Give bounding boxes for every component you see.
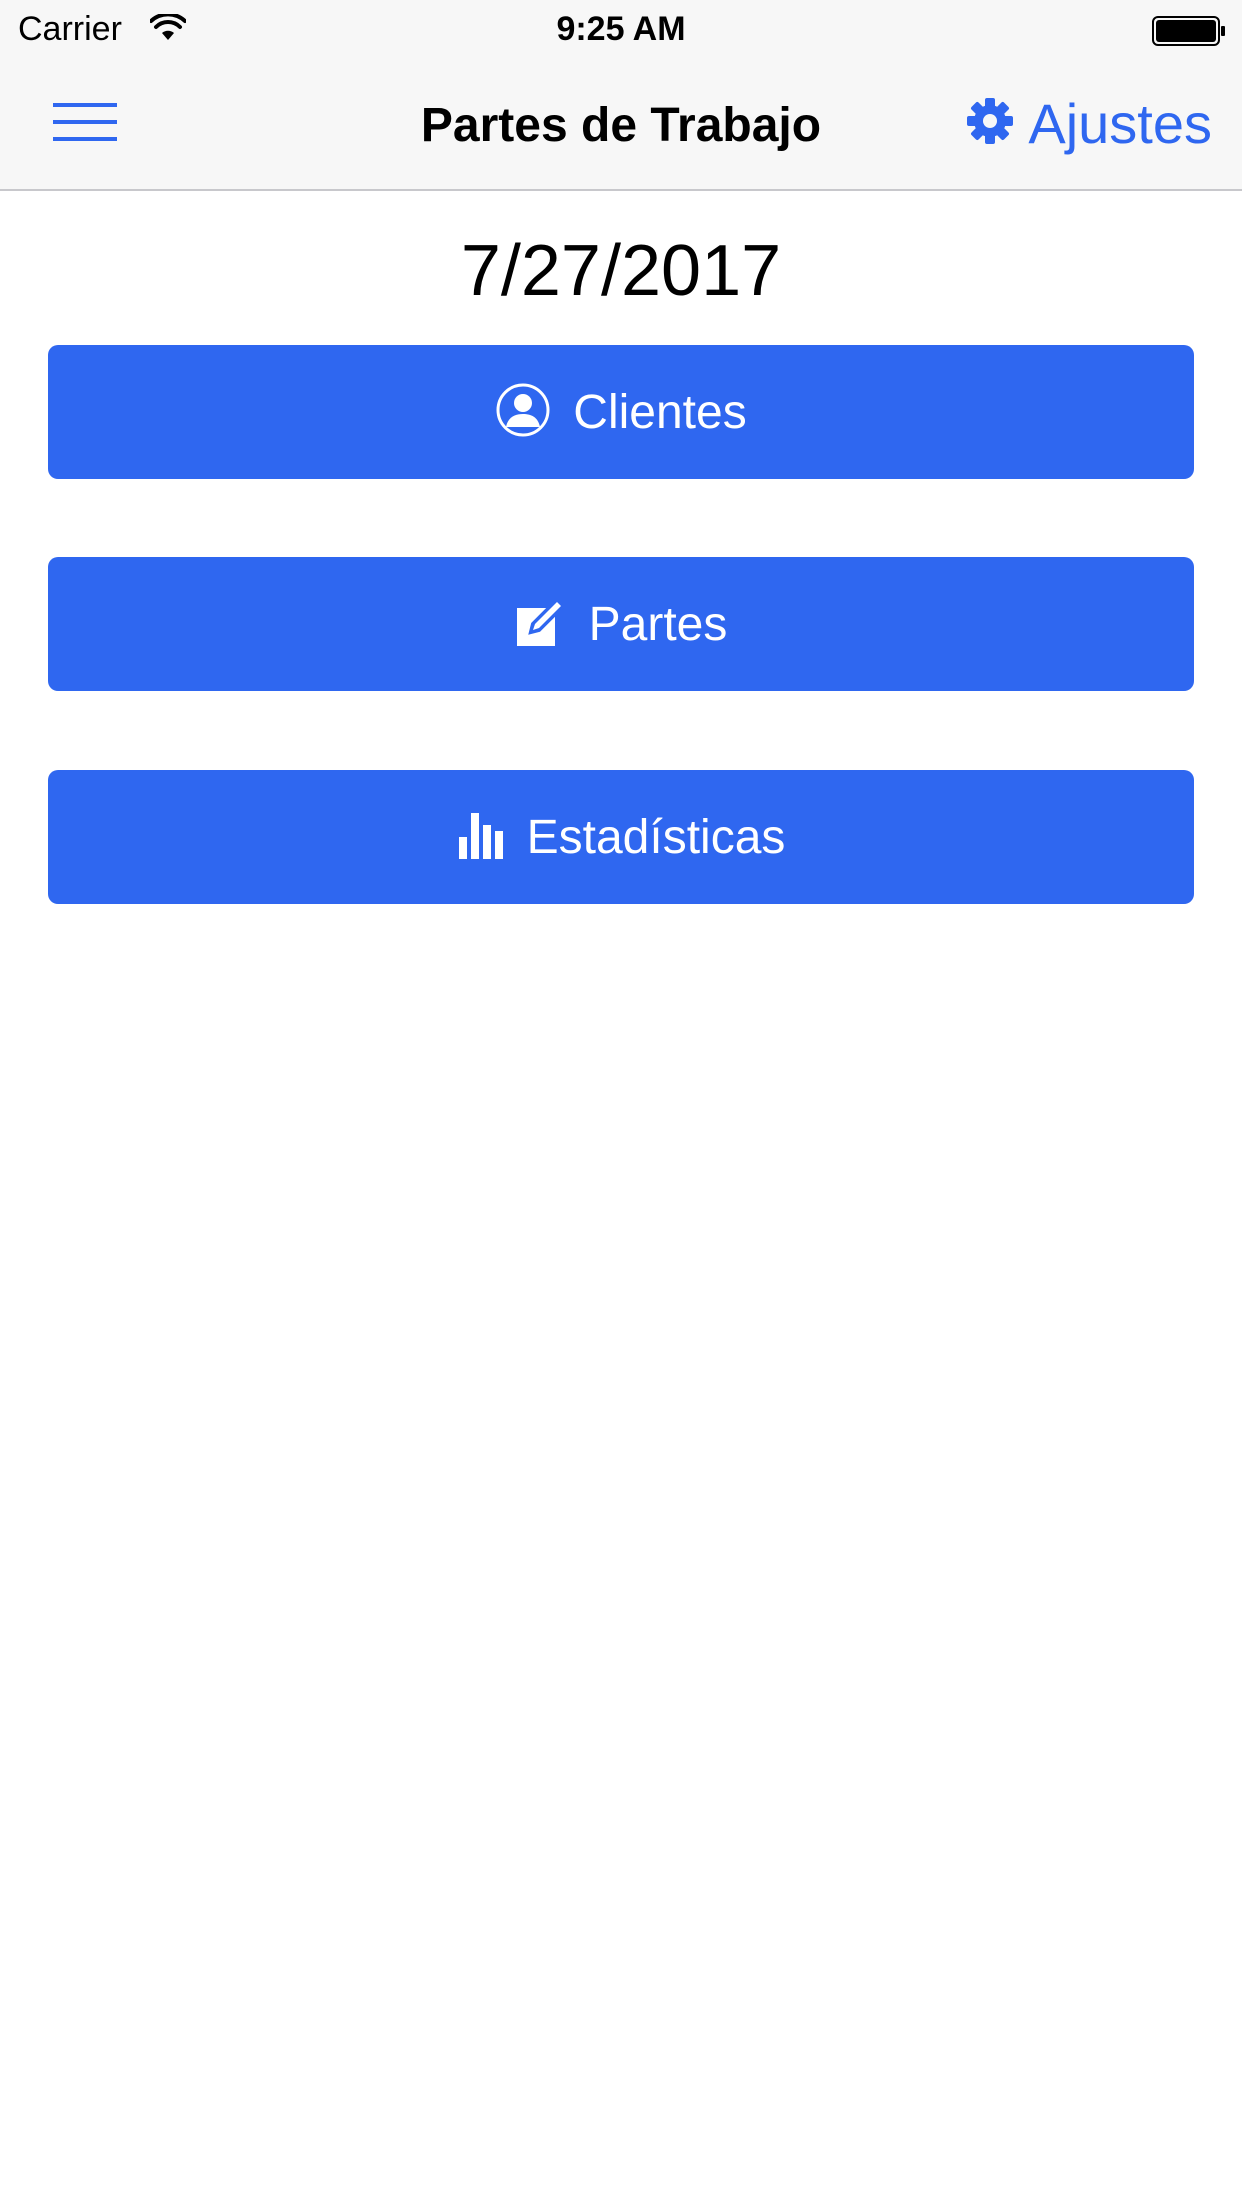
- partes-button[interactable]: Partes: [48, 557, 1194, 691]
- gear-icon: [966, 97, 1014, 150]
- status-time: 9:25 AM: [556, 10, 686, 48]
- navigation-bar: Partes de Trabajo Ajustes: [0, 60, 1242, 191]
- settings-label: Ajustes: [1028, 91, 1212, 155]
- bar-chart-icon: [457, 811, 505, 864]
- battery-icon: [1152, 16, 1226, 51]
- estadisticas-label: Estadísticas: [526, 810, 786, 864]
- partes-label: Partes: [588, 597, 728, 651]
- edit-icon: [515, 596, 567, 653]
- estadisticas-button[interactable]: Estadísticas: [48, 770, 1194, 904]
- date-label: 7/27/2017: [460, 231, 782, 311]
- clientes-label: Clientes: [573, 385, 747, 439]
- user-circle-icon: [495, 382, 551, 443]
- settings-button[interactable]: Ajustes: [966, 90, 1212, 156]
- status-bar: Carrier 9:25 AM: [0, 0, 1242, 60]
- clientes-button[interactable]: Clientes: [48, 345, 1194, 479]
